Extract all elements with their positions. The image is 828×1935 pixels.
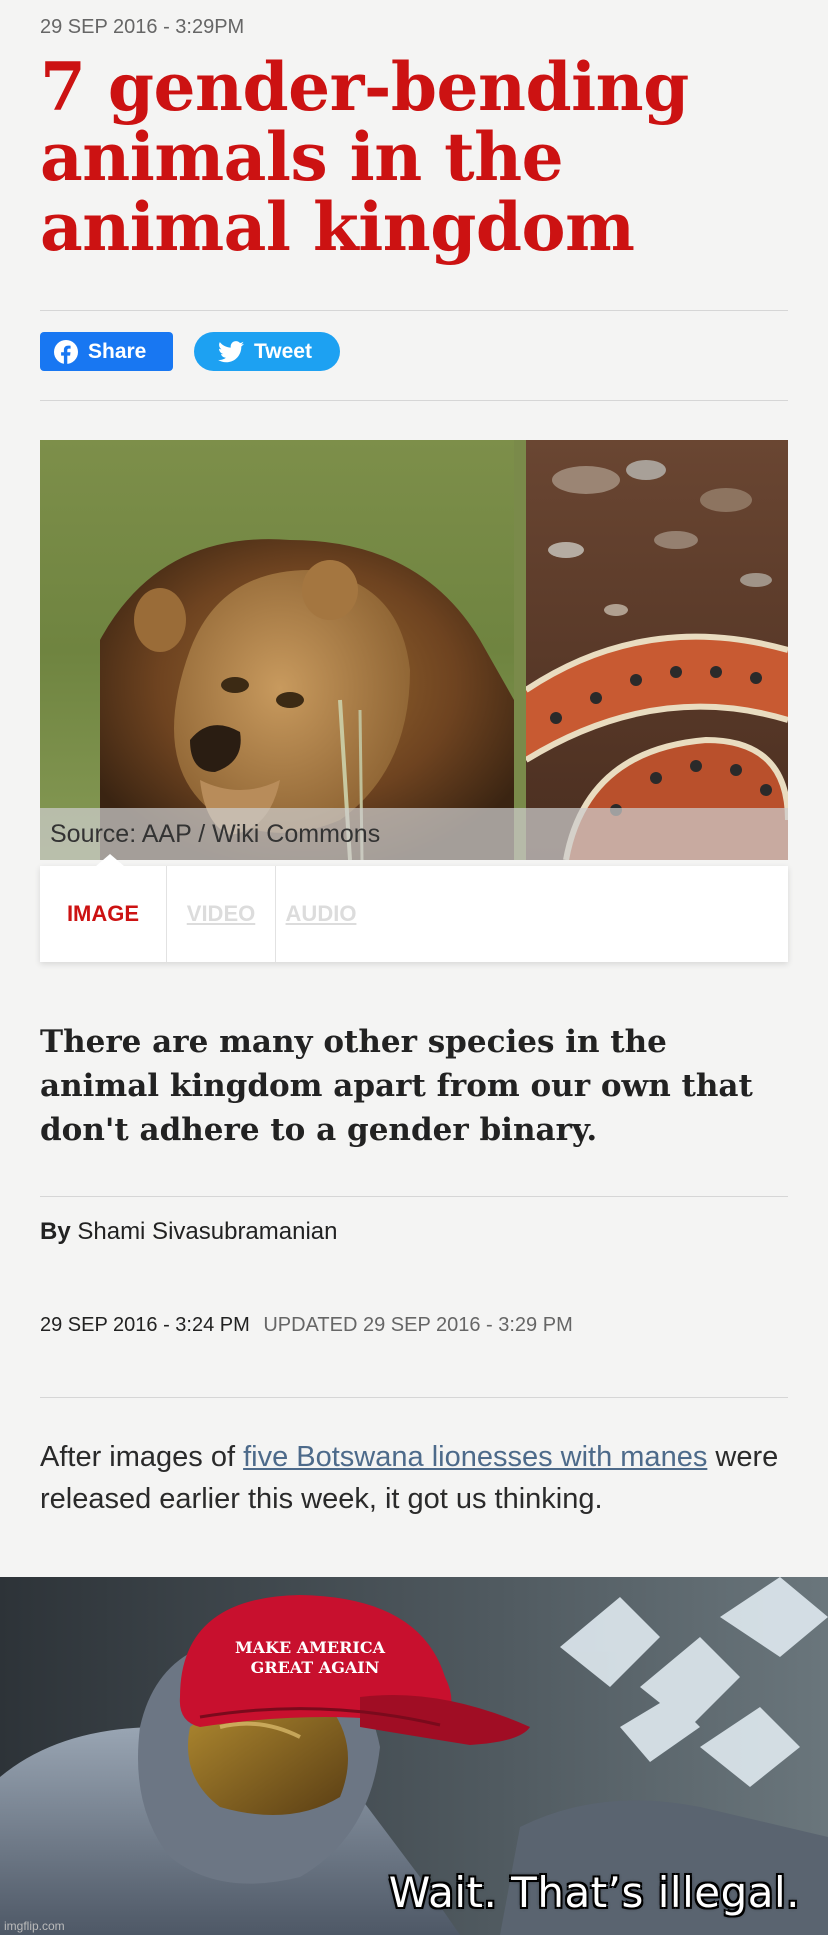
article-hero-image[interactable]: Source: AAP / Wiki Commons [40, 440, 788, 860]
body-text-start: After images of [40, 1441, 244, 1473]
timestamps: 29 SEP 2016 - 3:24 PM UPDATED 29 SEP 201… [40, 1314, 788, 1337]
article-standfirst: There are many other species in the anim… [40, 1024, 753, 1148]
tab-video[interactable]: VIDEO [167, 866, 276, 962]
article-dateline: 29 SEP 2016 - 3:29PM [40, 16, 245, 38]
hat-text-line2: GREAT AGAIN [251, 1658, 380, 1677]
divider [40, 1397, 788, 1398]
published-time: 29 SEP 2016 - 3:24 PM [40, 1314, 250, 1336]
byline-prefix: By [40, 1218, 71, 1245]
image-caption: Source: AAP / Wiki Commons [40, 808, 788, 860]
updated-time: UPDATED 29 SEP 2016 - 3:29 PM [263, 1314, 573, 1336]
tweet-button[interactable]: Tweet [194, 332, 340, 371]
author-name[interactable]: Shami Sivasubramanian [77, 1218, 337, 1245]
byline: By Shami Sivasubramanian [40, 1218, 788, 1246]
active-tab-indicator [96, 854, 124, 866]
divider [40, 400, 788, 401]
lion-photo [40, 440, 514, 860]
facebook-icon [54, 339, 78, 364]
facebook-share-button[interactable]: Share [40, 332, 173, 371]
hat-text-line1: MAKE AMERICA [235, 1638, 386, 1657]
botswana-lionesses-link[interactable]: five Botswana lionesses with manes [243, 1441, 707, 1473]
article-page: 29 SEP 2016 - 3:29PM 7 gender-bending an… [0, 0, 828, 1577]
article-body: After images of five Botswana lionesses … [40, 1436, 788, 1520]
media-tabs: IMAGE VIDEO AUDIO [40, 854, 788, 962]
meme-caption: Wait. That’s illegal. [388, 1868, 800, 1917]
twitter-bird-icon [218, 340, 244, 362]
tweet-label: Tweet [254, 339, 312, 363]
tab-image[interactable]: IMAGE [40, 866, 167, 962]
tab-audio[interactable]: AUDIO [276, 866, 366, 962]
share-label: Share [88, 339, 147, 363]
article-headline: 7 gender-bending animals in the animal k… [40, 48, 689, 266]
watermark: imgflip.com [4, 1919, 65, 1933]
divider [40, 310, 788, 311]
meme-image: MAKE AMERICA GREAT AGAIN Wait. That’s il… [0, 1577, 828, 1935]
divider [40, 1196, 788, 1197]
snake-photo [526, 440, 788, 860]
